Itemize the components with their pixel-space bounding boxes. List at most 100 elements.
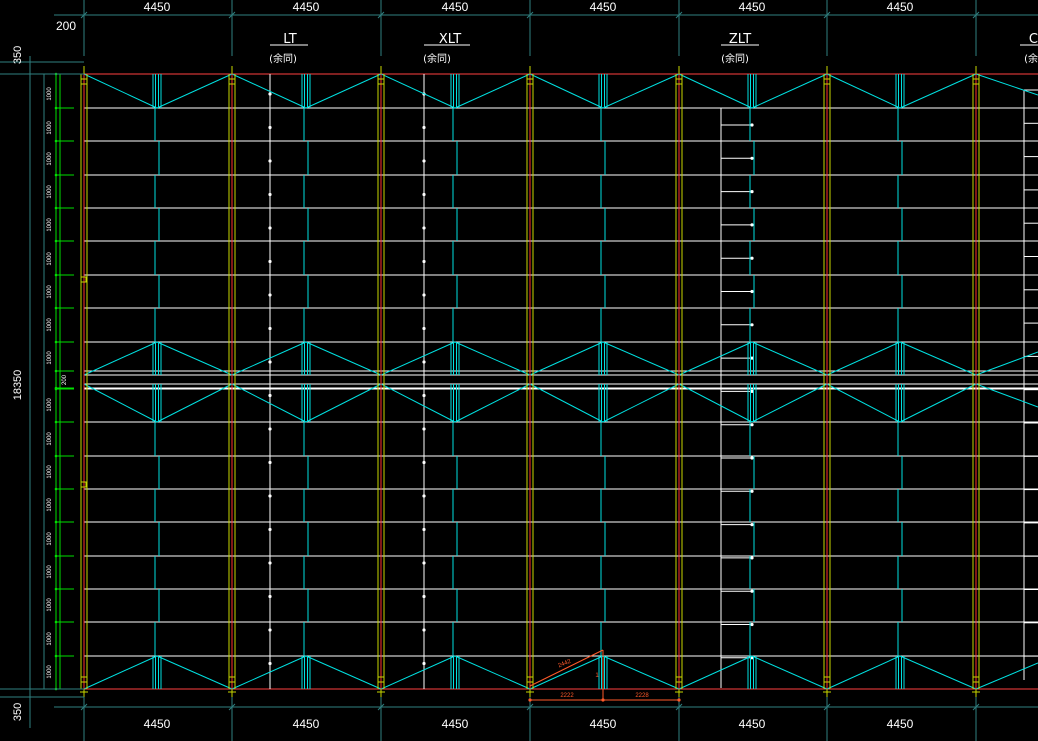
tie-rod-node (268, 661, 272, 666)
tie-rod-node (268, 561, 272, 565)
tie-rod-node (422, 594, 426, 599)
left-total-dim: 18350 (12, 370, 24, 401)
zlt-node (750, 256, 754, 260)
label-lt-sub: (余同) (269, 52, 297, 65)
wall-node (54, 206, 58, 210)
wall-node (54, 620, 58, 624)
tie-rod-node (422, 226, 426, 230)
tie-rod-node (268, 494, 272, 498)
tie-rod-node (268, 326, 272, 331)
tie-rod-node (268, 226, 272, 230)
tie-rod-node (422, 561, 426, 565)
tie-rod-node (268, 594, 272, 599)
row-dim: 1000 (47, 565, 53, 579)
zlt-node (750, 423, 754, 427)
tie-rod-node (422, 125, 426, 130)
tie-rod-node (422, 527, 426, 532)
label-zlt-sub: (余同) (721, 52, 749, 65)
tie-rod-node (422, 159, 426, 163)
tie-rod-node (268, 92, 272, 96)
top-dim-4: 4450 (590, 0, 617, 14)
wall-node (54, 420, 58, 424)
tie-rod-node (422, 326, 426, 331)
bottom-dim-2: 4450 (293, 717, 320, 731)
row-dim: 1000 (47, 87, 53, 101)
zlt-node (750, 622, 754, 627)
wall-node (54, 273, 58, 277)
tie-rod-node (422, 460, 426, 465)
tie-rod-node (422, 360, 426, 364)
zlt-node (750, 523, 754, 527)
row-dim: 1000 (47, 665, 53, 679)
tie-rod-node (268, 259, 272, 264)
wall-node (54, 587, 58, 591)
row-dim: 1000 (47, 318, 53, 332)
wall-node (54, 386, 58, 390)
wall-node (54, 487, 58, 491)
wall-node (54, 554, 58, 558)
wall-node (54, 239, 58, 243)
row-dim: 1000 (47, 121, 53, 135)
measure-node (528, 698, 532, 702)
tie-rod-node (422, 661, 426, 666)
top-dim-1: 4450 (144, 0, 171, 14)
tie-rod-node (268, 527, 272, 532)
tie-rod-node (268, 360, 272, 364)
tie-rod-node (268, 427, 272, 431)
measure-node (677, 698, 681, 702)
row-dim: 1000 (47, 498, 53, 512)
top-dim-5: 4450 (739, 0, 766, 14)
row-dim: 1000 (47, 285, 53, 299)
wall-node (54, 454, 58, 458)
tie-rod-node (422, 259, 426, 264)
bottom-dim-4: 4450 (590, 717, 617, 731)
zlt-node (750, 489, 754, 493)
row-dim: 1000 (47, 218, 53, 232)
tie-rod-node (422, 192, 426, 197)
row-dim: 1000 (47, 252, 53, 266)
wall-node (54, 340, 58, 344)
steel-roof-plan-drawing: 4450 4450 4450 4450 4450 4450 200 4450 4… (0, 0, 1038, 741)
measure-node (601, 698, 605, 702)
zlt-node (750, 323, 754, 327)
zlt-node (750, 123, 754, 127)
tie-rod-node (268, 192, 272, 197)
wall-node (54, 306, 58, 310)
bottom-dim-6: 4450 (887, 717, 914, 731)
left-top-dim: 350 (12, 46, 24, 64)
wall-node (54, 520, 58, 524)
left-bottom-dim: 350 (12, 703, 24, 721)
tie-rod-node (268, 393, 272, 398)
bottom-dim-5: 4450 (739, 717, 766, 731)
tie-rod-node (268, 293, 272, 297)
zlt-node (750, 556, 754, 560)
label-xlt-sub: (余同) (423, 52, 451, 65)
measure-seg2-text: 2228 (635, 693, 649, 699)
wall-node (54, 139, 58, 143)
row-dim: 1000 (47, 632, 53, 646)
row-dim: 1000 (47, 465, 53, 479)
wall-node (54, 173, 58, 177)
measure-seg1-text: 2222 (560, 693, 574, 699)
zlt-node (750, 223, 754, 227)
bottom-dim-3: 4450 (442, 717, 469, 731)
tie-rod-node (422, 427, 426, 431)
row-dim: 1000 (47, 351, 53, 365)
left-mid-dim: 200 (62, 374, 68, 385)
tie-rod-node (422, 393, 426, 398)
wall-node (54, 654, 58, 658)
wall-node (54, 106, 58, 110)
zlt-node (750, 589, 754, 593)
tie-rod-node (422, 293, 426, 297)
tie-rod-node (268, 125, 272, 130)
row-dim: 1000 (47, 598, 53, 612)
row-dim: 1000 (47, 532, 53, 546)
tie-rod-node (422, 628, 426, 632)
top-small-dim: 200 (56, 19, 76, 33)
tie-rod-node (422, 494, 426, 498)
zlt-node (750, 156, 754, 160)
tie-rod-node (268, 460, 272, 465)
tie-rod-node (268, 159, 272, 163)
tie-rod-node (268, 628, 272, 632)
zlt-node (750, 190, 754, 194)
